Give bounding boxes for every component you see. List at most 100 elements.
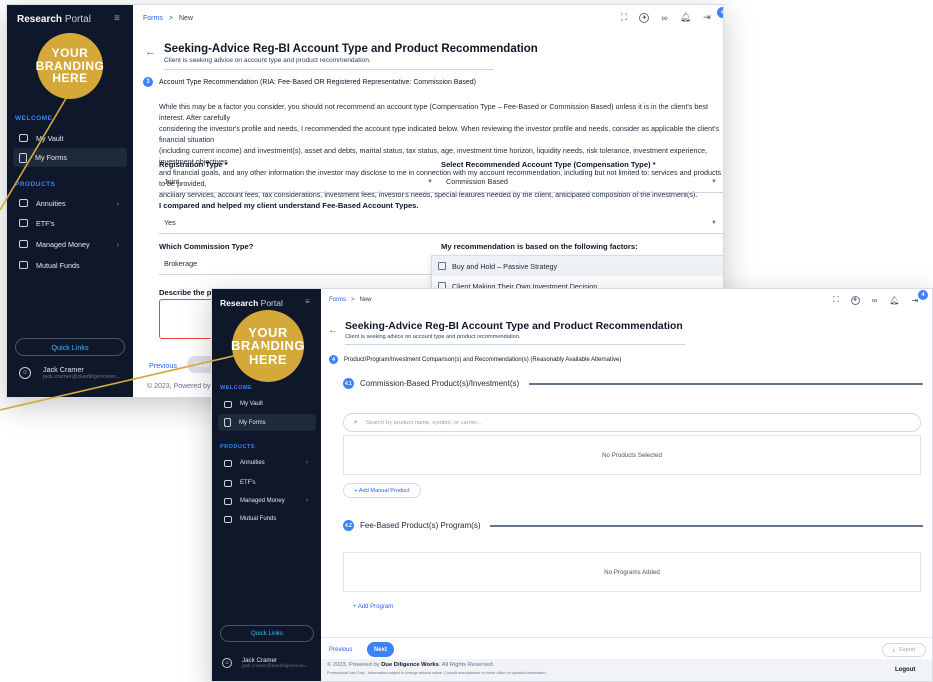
brand-logo[interactable]: Research Portal <box>17 14 91 25</box>
sidebar-item-mutual-funds[interactable]: Mutual Funds <box>218 511 316 527</box>
user-email: jack.cramer@duediligencewo... <box>43 374 121 380</box>
user-profile[interactable]: ☺ Jack Cramer jack.cramer@duediligencewo… <box>222 657 309 669</box>
section-welcome: WELCOME <box>15 115 53 122</box>
registration-type-select[interactable]: Joint ▼ <box>159 171 439 193</box>
grid-icon <box>19 240 28 248</box>
paragraph-line: While this may be a factor you consider,… <box>159 102 708 122</box>
breadcrumb-separator: > <box>168 15 173 22</box>
section-divider <box>529 382 923 385</box>
back-arrow-icon[interactable]: ← <box>328 325 338 336</box>
section-products: PRODUCTS <box>15 181 56 188</box>
commission-type-select[interactable]: Brokerage <box>159 253 431 275</box>
factors-label: My recommendation is based on the follow… <box>441 242 638 251</box>
sidebar-item-my-forms[interactable]: My Forms <box>218 414 316 431</box>
commission-type-label: Which Commission Type? <box>159 242 254 251</box>
sidebar-item-label: My Vault <box>36 133 64 143</box>
user-name: Jack Cramer <box>43 365 84 374</box>
breadcrumb-current: New <box>359 297 372 303</box>
quick-links-button[interactable]: Quick Links <box>15 338 125 356</box>
chevron-right-icon: › <box>306 498 308 504</box>
sidebar-item-label: Mutual Funds <box>36 260 80 270</box>
section-title: Fee-Based Product(s) Program(s) <box>360 521 481 530</box>
checkbox[interactable] <box>438 262 446 270</box>
link-icon[interactable]: ∞ <box>661 13 667 23</box>
download-icon: ⤓ <box>892 646 896 653</box>
branding-badge: YOUR BRANDING HERE <box>231 310 305 382</box>
sidebar-item-annuities[interactable]: Annuities › <box>218 455 316 471</box>
breadcrumb-forms-link[interactable]: Forms <box>329 297 346 303</box>
logout-link[interactable]: Logout <box>895 667 915 673</box>
sidebar-item-label: ETF's <box>36 218 55 228</box>
section-title: Commission-Based Product(s)/Investment(s… <box>360 379 520 388</box>
section-divider <box>490 524 923 527</box>
notification-badge: 4 <box>717 7 723 18</box>
footer-bar: © 2023, Powered by Due Diligence Works. … <box>321 659 932 681</box>
sidebar-item-annuities[interactable]: Annuities › <box>13 194 127 212</box>
sidebar-item-label: My Forms <box>239 419 266 426</box>
sidebar-item-mutual-funds[interactable]: Mutual Funds <box>13 256 127 274</box>
sidebar-item-my-forms[interactable]: My Forms <box>13 148 127 167</box>
product-search-input[interactable]: ⌕ Search by product name, symbol, or car… <box>343 413 921 432</box>
fee-based-section-header: 4.2 Fee-Based Product(s) Program(s) <box>343 520 923 531</box>
header-toolbar: ⛶ ✚ ∞ 🔔︎ ⇥ <box>833 295 918 305</box>
signout-icon[interactable]: ⇥ <box>911 296 918 305</box>
sidebar-item-my-vault[interactable]: My Vault <box>218 396 316 412</box>
sidebar-item-label: Mutual Funds <box>240 516 277 522</box>
factor-option[interactable]: Buy and Hold – Passive Strategy <box>432 256 723 276</box>
sidebar-item-label: ETF's <box>240 480 256 486</box>
sidebar-item-my-vault[interactable]: My Vault <box>13 129 127 147</box>
vault-icon <box>19 134 28 142</box>
sidebar-item-managed-money[interactable]: Managed Money › <box>218 493 316 509</box>
compared-select[interactable]: Yes ▼ <box>159 212 723 234</box>
compensation-type-select[interactable]: Commission Based ▼ <box>441 171 723 193</box>
compared-value: Yes <box>164 218 176 227</box>
chevron-down-icon: ▼ <box>427 178 433 185</box>
bell-icon[interactable]: 🔔︎ <box>889 296 899 305</box>
registration-type-value: Joint <box>164 177 180 186</box>
bell-icon[interactable]: 🔔︎ <box>680 12 691 23</box>
breadcrumb-forms-link[interactable]: Forms <box>143 15 163 22</box>
export-button[interactable]: ⤓ Export <box>882 643 926 657</box>
sidebar-item-label: Managed Money <box>240 498 285 504</box>
commission-type-value: Brokerage <box>164 259 198 268</box>
composite-screenshot: Research Portal ≡ YOUR BRANDING HERE WELCO… <box>0 0 933 682</box>
next-button[interactable]: Next <box>367 642 394 657</box>
add-program-button[interactable]: + Add Program <box>353 604 393 610</box>
add-manual-product-button[interactable]: + Add Manual Product <box>343 483 421 498</box>
page-title: Seeking-Advice Reg-BI Account Type and P… <box>164 43 538 55</box>
products-empty-state: No Products Selected <box>343 435 921 475</box>
export-label: Export <box>899 647 916 653</box>
fullscreen-icon[interactable]: ⛶ <box>621 12 627 23</box>
chevron-right-icon: › <box>116 198 119 208</box>
user-profile[interactable]: ☺ Jack Cramer jack.cramer@duediligencewo… <box>19 365 121 380</box>
page-subtitle: Client is seeking advice on account type… <box>345 334 521 340</box>
signout-icon[interactable]: ⇥ <box>703 12 711 23</box>
link-icon[interactable]: ∞ <box>872 296 878 305</box>
quick-links-button[interactable]: Quick Links <box>220 625 314 642</box>
notification-badge: 4 <box>918 290 928 300</box>
programs-empty-state: No Programs Added <box>343 552 921 592</box>
collapse-menu-icon[interactable]: ≡ <box>114 13 120 24</box>
brand-logo[interactable]: Research Portal <box>220 298 283 308</box>
collapse-menu-icon[interactable]: ≡ <box>305 297 310 306</box>
compensation-type-label: Select Recommended Account Type (Compens… <box>441 160 656 169</box>
sidebar-item-etfs[interactable]: ETF's <box>13 214 127 232</box>
form-window-step4: Research Portal ≡ YOUR BRANDING HERE WELCO… <box>211 288 933 682</box>
section-number: 4.2 <box>343 520 354 531</box>
sidebar-item-etfs[interactable]: ETF's <box>218 475 316 491</box>
factor-option-label: Buy and Hold – Passive Strategy <box>452 261 558 271</box>
support-icon[interactable]: ✚ <box>850 295 860 305</box>
search-icon: ⌕ <box>354 418 358 426</box>
step-title: Account Type Recommendation (RIA: Fee-Ba… <box>159 78 476 86</box>
back-arrow-icon[interactable]: ← <box>145 46 156 58</box>
previous-button[interactable]: Previous <box>149 361 177 370</box>
support-icon[interactable]: ✚ <box>639 12 650 23</box>
sidebar-item-managed-money[interactable]: Managed Money › <box>13 235 127 253</box>
grid-icon <box>19 219 28 227</box>
fullscreen-icon[interactable]: ⛶ <box>833 295 839 305</box>
footer-disclaimer: Professional Use Only - Information subj… <box>327 671 547 675</box>
previous-button[interactable]: Previous <box>329 647 352 653</box>
commission-based-section-header: 4.1 Commission-Based Product(s)/Investme… <box>343 378 923 389</box>
describe-reason-textarea[interactable] <box>159 299 213 339</box>
registration-type-label: Registration Type * <box>159 160 228 169</box>
